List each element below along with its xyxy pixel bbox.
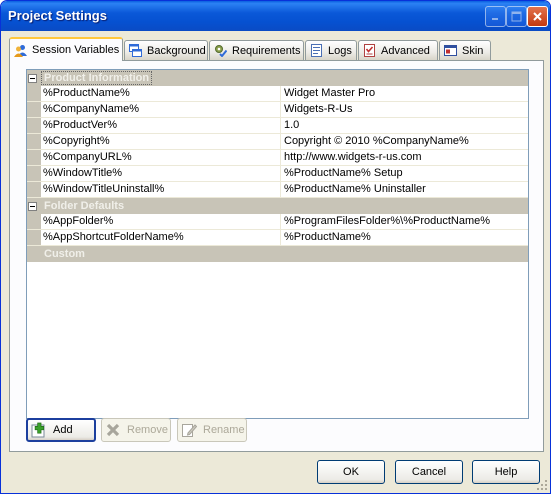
table-row[interactable]: %Copyright% Copyright © 2010 %CompanyNam…	[27, 134, 528, 150]
variable-value[interactable]: %ProductName% Setup	[281, 166, 528, 181]
variable-name: %CompanyURL%	[41, 150, 281, 165]
variable-name: %AppShortcutFolderName%	[41, 230, 281, 245]
collapse-toggle-icon[interactable]	[28, 73, 37, 83]
variable-name: %Copyright%	[41, 134, 281, 149]
ok-label: OK	[343, 466, 359, 478]
cancel-button[interactable]: Cancel	[395, 460, 463, 484]
group-folder-defaults[interactable]: Folder Defaults	[27, 198, 528, 214]
variable-value[interactable]: 1.0	[281, 118, 528, 133]
maximize-icon	[511, 11, 522, 22]
remove-icon	[106, 423, 120, 437]
gear-check-icon	[215, 45, 227, 57]
add-label: Add	[53, 424, 73, 436]
table-row[interactable]: %AppShortcutFolderName% %ProductName%	[27, 230, 528, 246]
table-row[interactable]: %ProductName% Widget Master Pro	[27, 86, 528, 102]
title-bar[interactable]: Project Settings	[1, 1, 550, 31]
tab-strip: Session Variables Background Requirement…	[9, 37, 544, 61]
table-row[interactable]: %WindowTitle% %ProductName% Setup	[27, 166, 528, 182]
add-button[interactable]: Add	[26, 418, 96, 442]
table-row[interactable]: %CompanyName% Widgets-R-Us	[27, 102, 528, 118]
table-row[interactable]: %WindowTitleUninstall% %ProductName% Uni…	[27, 182, 528, 198]
group-label: Product Information	[40, 71, 153, 85]
table-row[interactable]: %ProductVer% 1.0	[27, 118, 528, 134]
close-icon	[533, 12, 542, 21]
variable-name: %ProductName%	[41, 86, 281, 101]
tab-requirements[interactable]: Requirements	[209, 40, 304, 60]
cancel-label: Cancel	[411, 466, 447, 478]
skin-icon	[444, 45, 457, 56]
checklist-icon	[364, 44, 375, 57]
variable-value[interactable]: Widget Master Pro	[281, 86, 528, 101]
variable-value[interactable]: Widgets-R-Us	[281, 102, 528, 117]
collapse-toggle-icon[interactable]	[28, 201, 37, 211]
property-grid: Product Information %ProductName% Widget…	[26, 69, 529, 419]
group-product-information[interactable]: Product Information	[27, 70, 528, 86]
tab-label: Skin	[462, 44, 484, 57]
resize-grip-icon[interactable]	[536, 479, 548, 491]
rename-label: Rename	[203, 424, 245, 436]
group-custom[interactable]: Custom	[27, 246, 528, 262]
variable-name: %AppFolder%	[41, 214, 281, 229]
remove-label: Remove	[127, 424, 168, 436]
tab-label: Advanced	[381, 44, 430, 57]
minimize-button[interactable]	[485, 6, 506, 27]
window-icon	[129, 44, 142, 57]
tab-label: Requirements	[232, 44, 301, 57]
variable-value[interactable]: Copyright © 2010 %CompanyName%	[281, 134, 528, 149]
variable-name: %WindowTitleUninstall%	[41, 182, 281, 197]
help-label: Help	[494, 466, 518, 478]
log-icon	[311, 44, 322, 57]
tab-logs[interactable]: Logs	[305, 40, 357, 60]
tab-skin[interactable]: Skin	[439, 40, 491, 60]
maximize-button[interactable]	[506, 6, 527, 27]
group-label: Folder Defaults	[44, 200, 125, 212]
tab-label: Logs	[328, 44, 352, 57]
variable-name: %CompanyName%	[41, 102, 281, 117]
tab-label: Session Variables	[32, 44, 120, 56]
variable-name: %WindowTitle%	[41, 166, 281, 181]
group-label: Custom	[44, 248, 85, 260]
variable-value[interactable]: %ProductName%	[281, 230, 528, 245]
variable-value[interactable]: http://www.widgets-r-us.com	[281, 150, 528, 165]
variable-value[interactable]: %ProductName% Uninstaller	[281, 182, 528, 197]
table-row[interactable]: %AppFolder% %ProgramFilesFolder%\%Produc…	[27, 214, 528, 230]
ok-button[interactable]: OK	[317, 460, 385, 484]
window-title: Project Settings	[8, 8, 107, 23]
help-button[interactable]: Help	[472, 460, 540, 484]
tab-advanced[interactable]: Advanced	[358, 40, 438, 60]
table-row[interactable]: %CompanyURL% http://www.widgets-r-us.com	[27, 150, 528, 166]
close-button[interactable]	[527, 6, 548, 27]
rename-button[interactable]: Rename	[177, 418, 247, 442]
variable-name: %ProductVer%	[41, 118, 281, 133]
minimize-icon	[492, 18, 498, 20]
tab-session-variables[interactable]: Session Variables	[9, 37, 123, 61]
variable-value[interactable]: %ProgramFilesFolder%\%ProductName%	[281, 214, 528, 229]
tab-label: Background	[147, 44, 206, 57]
project-settings-window: Project Settings Session Variables Backg…	[0, 0, 551, 494]
add-icon	[31, 422, 45, 438]
tab-background[interactable]: Background	[124, 40, 208, 60]
remove-button[interactable]: Remove	[101, 418, 171, 442]
session-variables-page: Product Information %ProductName% Widget…	[9, 60, 544, 452]
users-icon	[14, 44, 27, 57]
rename-icon	[182, 424, 197, 437]
